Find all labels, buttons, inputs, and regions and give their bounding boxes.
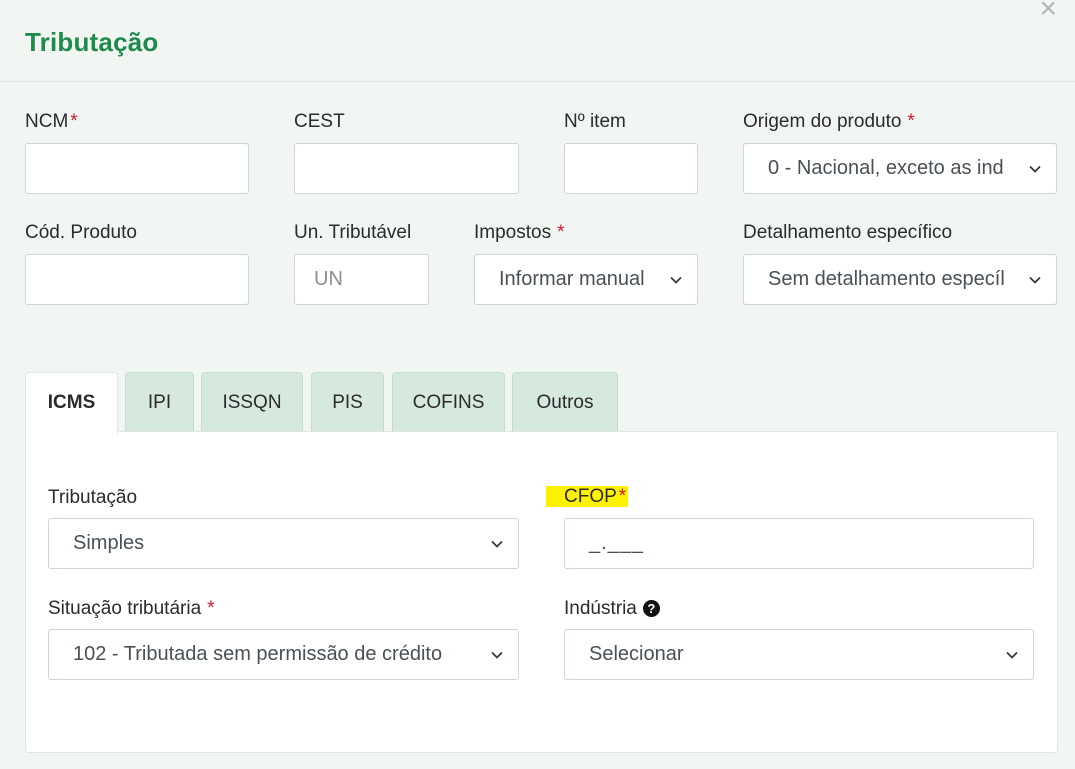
product-code-label: Cód. Produto	[25, 222, 137, 243]
tab-icms[interactable]: ICMS	[25, 372, 118, 434]
item-number-label: Nº item	[564, 111, 626, 132]
tributacao-modal: Tributação × NCM * CEST Nº item Origem do…	[0, 0, 1075, 769]
tab-outros[interactable]: Outros	[512, 372, 618, 432]
icms-panel	[25, 431, 1058, 753]
origin-select-value: 0 - Nacional, exceto as ind	[768, 157, 1004, 179]
taxes-select-value: Informar manual	[499, 268, 645, 290]
situacao-select[interactable]: 102 - Tributada sem permissão de crédito	[48, 629, 519, 680]
question-circle-icon[interactable]: ?	[642, 600, 660, 617]
industria-label: Indústria?	[564, 598, 660, 620]
cfop-label: CFOP *	[546, 486, 629, 508]
required-marker: *	[618, 486, 627, 507]
ncm-label: NCM *	[25, 111, 78, 132]
modal-header: Tributação ×	[0, 0, 1075, 82]
specific-detail-label: Detalhamento específico	[743, 222, 953, 243]
cfop-mask: _.___	[589, 532, 645, 554]
cest-label: CEST	[294, 111, 345, 132]
item-number-input[interactable]	[564, 143, 698, 194]
chevron-down-icon	[670, 276, 682, 284]
tributacao-select[interactable]: Simples	[48, 518, 519, 569]
taxes-label: Impostos *	[474, 222, 565, 243]
chevron-down-icon	[1029, 165, 1041, 173]
tributacao-select-value: Simples	[73, 532, 145, 554]
tributacao-label: Tributação	[48, 487, 138, 508]
taxes-select[interactable]: Informar manual	[474, 254, 698, 305]
required-marker: *	[907, 111, 915, 132]
situacao-select-value: 102 - Tributada sem permissão de crédito	[73, 643, 443, 665]
chevron-down-icon	[1006, 651, 1018, 659]
required-marker: *	[70, 111, 78, 132]
chevron-down-icon	[491, 651, 503, 659]
specific-detail-select-value: Sem detalhamento especíl	[768, 268, 1005, 290]
taxable-unit-label: Un. Tributável	[294, 222, 412, 243]
chevron-down-icon	[1029, 276, 1041, 284]
taxable-unit-input[interactable]: UN	[294, 254, 429, 305]
chevron-down-icon	[491, 540, 503, 548]
situacao-label: Situação tributária *	[48, 598, 215, 619]
cest-input[interactable]	[294, 143, 519, 194]
ncm-input[interactable]	[25, 143, 249, 194]
industria-select[interactable]: Selecionar	[564, 629, 1034, 680]
close-icon[interactable]: ×	[1039, 0, 1057, 24]
industria-select-value: Selecionar	[589, 643, 684, 665]
origin-label: Origem do produto *	[743, 111, 915, 132]
tab-ipi[interactable]: IPI	[125, 372, 194, 432]
modal-title: Tributação	[25, 27, 159, 57]
specific-detail-select[interactable]: Sem detalhamento especíl	[743, 254, 1057, 305]
required-marker: *	[557, 222, 565, 243]
product-code-input[interactable]	[25, 254, 249, 305]
tab-pis[interactable]: PIS	[311, 372, 384, 432]
origin-select[interactable]: 0 - Nacional, exceto as ind	[743, 143, 1057, 194]
tab-cofins[interactable]: COFINS	[392, 372, 505, 432]
cfop-input[interactable]: _.___	[564, 518, 1034, 569]
tab-issqn[interactable]: ISSQN	[201, 372, 303, 432]
required-marker: *	[207, 598, 215, 619]
